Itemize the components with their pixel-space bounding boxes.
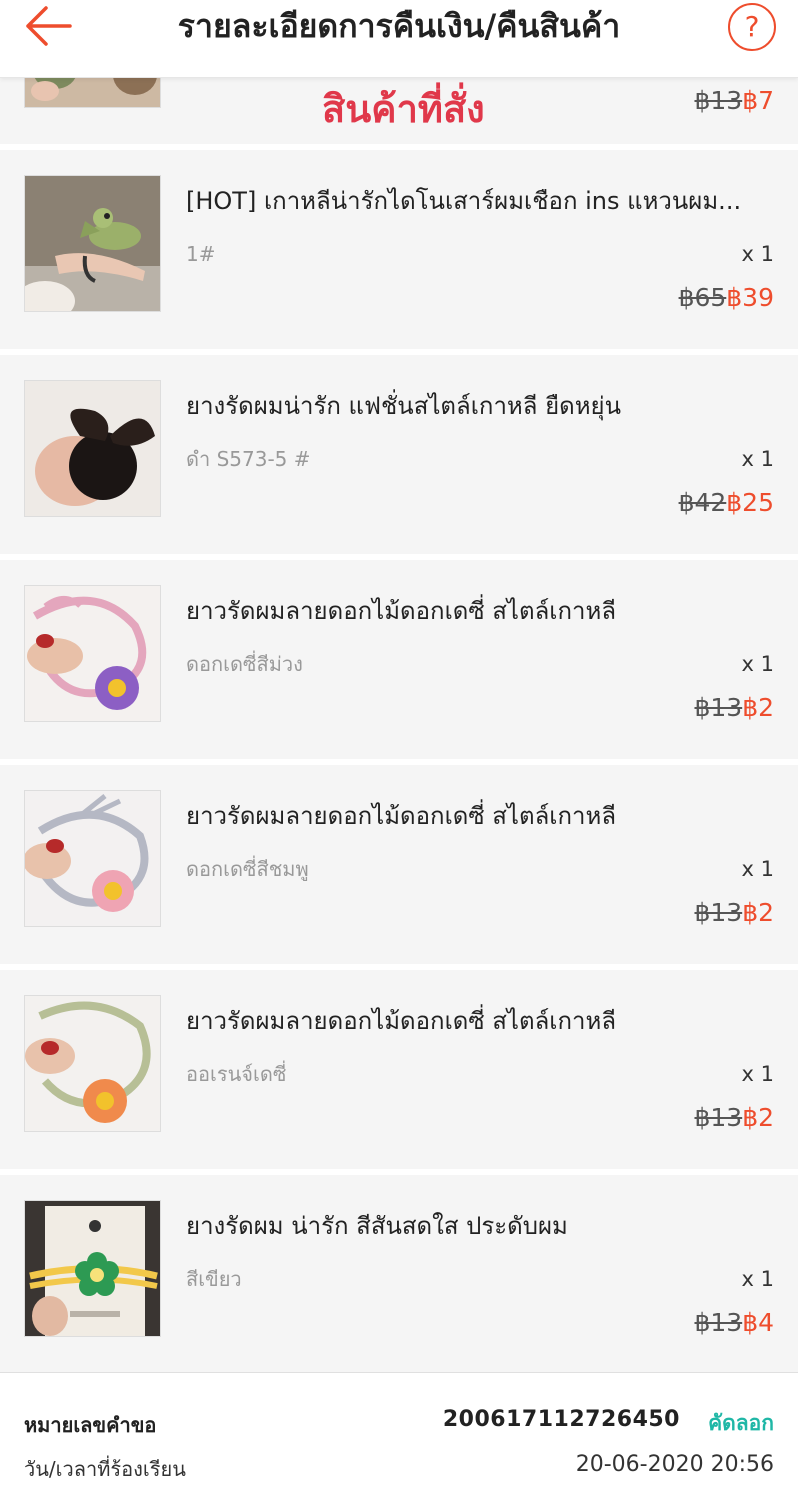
original-price: ฿65 [678,283,727,312]
product-variant: ออเรนจ์เดซี่ [186,1062,287,1086]
divider [0,144,798,150]
product-name: [HOT] เกาหลีน่ารักไดโนเสาร์ผมเชือก ins แ… [186,187,742,215]
divider [0,759,798,765]
product-thumbnail [24,585,161,722]
datetime-value: 20-06-2020 20:56 [575,1452,774,1477]
product-variant: ดำ S573-5 # [186,447,311,471]
item-price: ฿13฿2 [694,897,774,929]
page-title: รายละเอียดการคืนเงิน/คืนสินค้า [177,7,621,45]
product-variant: 1# [186,242,216,266]
product-variant: ดอกเดซี่สีชมพู [186,857,309,881]
original-price: ฿13 [694,86,743,115]
list-item[interactable]: ยาวรัดผมลายดอกไม้ดอกเดซี่ สไตล์เกาหลี ออ… [0,970,798,1165]
item-price: ฿13฿7 [694,84,774,118]
product-thumbnail [24,995,161,1132]
question-icon: ? [744,10,760,43]
list-item[interactable]: ยาวรัดผมลายดอกไม้ดอกเดซี่ สไตล์เกาหลี ดอ… [0,560,798,755]
list-item[interactable]: ยางรัดผมน่ารัก แฟชั่นสไตล์เกาหลี ยืดหยุ่… [0,355,798,550]
sale-price: ฿7 [742,86,774,115]
datetime-label: วัน/เวลาที่ร้องเรียน [24,1457,186,1481]
product-thumbnail [24,380,161,517]
item-price: ฿65฿39 [679,282,774,314]
original-price: ฿42 [678,488,727,517]
divider [0,1169,798,1175]
request-info-panel: หมายเลขคำขอ 200617112726450 คัดลอก วัน/เ… [0,1372,798,1500]
product-quantity: x 1 [741,1267,774,1291]
divider [0,349,798,355]
item-price: ฿13฿2 [694,1102,774,1134]
product-name: ยาวรัดผมลายดอกไม้ดอกเดซี่ สไตล์เกาหลี [186,1007,617,1035]
sale-price: ฿4 [742,1308,774,1337]
sale-price: ฿2 [742,898,774,927]
original-price: ฿13 [694,1308,743,1337]
request-number-label: หมายเลขคำขอ [24,1413,157,1437]
list-item[interactable]: [HOT] เกาหลีน่ารักไดโนเสาร์ผมเชือก ins แ… [0,150,798,345]
product-quantity: x 1 [741,652,774,676]
product-name: ยางรัดผมน่ารัก แฟชั่นสไตล์เกาหลี ยืดหยุ่… [186,392,622,420]
product-thumbnail [24,1200,161,1337]
product-name: ยางรัดผม น่ารัก สีสันสดใส ประดับผม [186,1212,568,1240]
original-price: ฿13 [694,898,743,927]
item-price: ฿13฿2 [694,692,774,724]
list-item[interactable]: ยางรัดผม น่ารัก สีสันสดใส ประดับผม สีเขี… [0,1175,798,1370]
product-variant: สีเขียว [186,1267,242,1291]
sale-price: ฿25 [726,488,774,517]
list-item[interactable]: ยาวรัดผมลายดอกไม้ดอกเดซี่ สไตล์เกาหลี ดอ… [0,765,798,960]
help-button[interactable]: ? [728,3,776,51]
original-price: ฿13 [694,1103,743,1132]
item-price: ฿42฿25 [679,487,774,519]
back-button[interactable] [22,4,74,48]
divider [0,554,798,560]
section-label: สินค้าที่สั่ง [322,87,485,131]
product-name: ยาวรัดผมลายดอกไม้ดอกเดซี่ สไตล์เกาหลี [186,802,617,830]
copy-button[interactable]: คัดลอก [708,1407,774,1440]
divider [0,964,798,970]
app-header: รายละเอียดการคืนเงิน/คืนสินค้า ? [0,0,798,78]
product-quantity: x 1 [741,1062,774,1086]
sale-price: ฿2 [742,693,774,722]
product-quantity: x 1 [741,447,774,471]
product-name: ยาวรัดผมลายดอกไม้ดอกเดซี่ สไตล์เกาหลี [186,597,617,625]
original-price: ฿13 [694,693,743,722]
request-number-value: 200617112726450 [442,1407,680,1432]
sale-price: ฿39 [726,283,774,312]
product-quantity: x 1 [741,857,774,881]
product-thumbnail [24,790,161,927]
sale-price: ฿2 [742,1103,774,1132]
product-variant: ดอกเดซี่สีม่วง [186,652,303,676]
product-quantity: x 1 [741,242,774,266]
product-thumbnail [24,175,161,312]
item-price: ฿13฿4 [694,1307,774,1339]
arrow-left-icon [26,6,72,46]
